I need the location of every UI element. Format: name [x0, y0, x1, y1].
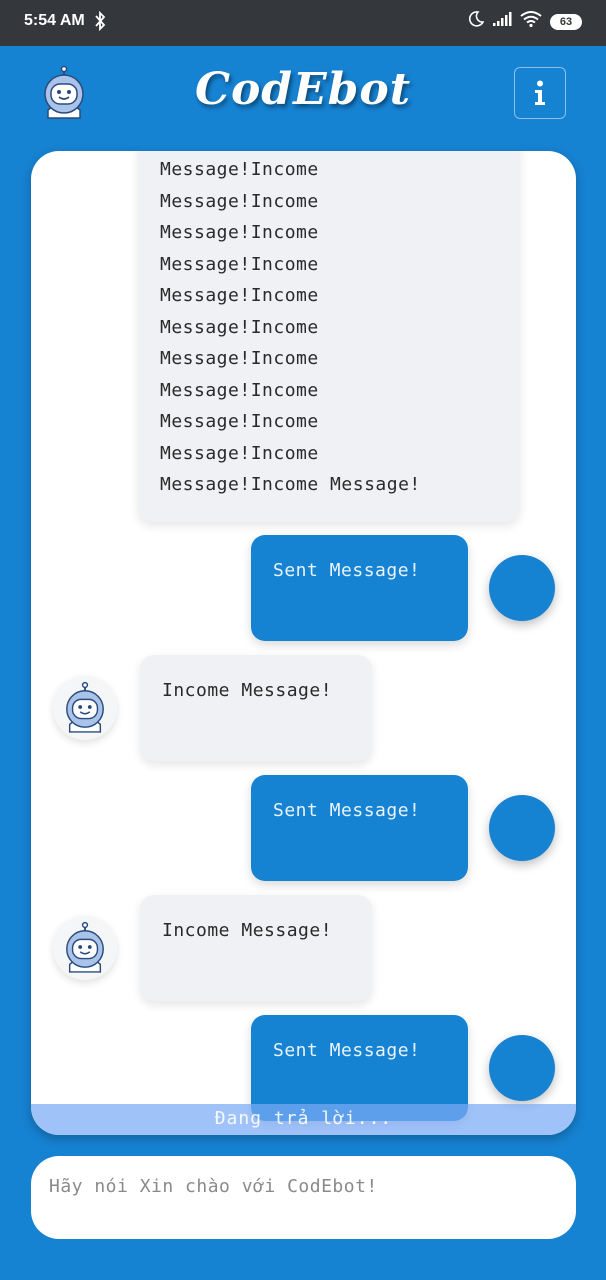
- signal-icon: [492, 11, 512, 32]
- message-text: Sent Message!: [273, 560, 421, 581]
- message-text: Sent Message!: [273, 1040, 421, 1061]
- sent-message-bubble: Sent Message!: [251, 535, 468, 641]
- message-line: Message!Income: [160, 379, 319, 401]
- message-line: Message!Income: [160, 442, 319, 464]
- chat-panel[interactable]: Message!Income Message!Income Message!In…: [31, 151, 576, 1135]
- bluetooth-icon: [94, 10, 106, 36]
- message-line: Message!Income Message!: [160, 474, 421, 495]
- message-line: Message!Income: [160, 253, 319, 275]
- message-line: Message!Income: [160, 285, 319, 306]
- bot-avatar: [53, 676, 117, 740]
- message-text: Sent Message!: [273, 800, 421, 821]
- status-time: 5:54 AM: [24, 12, 85, 29]
- user-avatar: [489, 795, 555, 861]
- message-text: Income Message!: [162, 680, 333, 701]
- message-text: Income Message!: [162, 920, 333, 941]
- message-line: Message!Income: [160, 348, 319, 369]
- bot-avatar: [53, 916, 117, 980]
- robot-icon: [66, 921, 104, 973]
- sent-message-bubble: Sent Message!: [251, 775, 468, 881]
- typing-indicator: Đang trả lời...: [31, 1104, 576, 1135]
- income-message-bubble: Income Message!: [140, 895, 372, 1001]
- message-line: Message!Income: [160, 316, 319, 338]
- status-bar: 5:54 AM 63: [0, 0, 606, 46]
- message-line: Message!Income: [160, 222, 319, 243]
- user-avatar: [489, 1035, 555, 1101]
- app-header: CodEbot: [0, 46, 606, 146]
- moon-icon: [468, 11, 485, 32]
- message-line: Message!Income: [160, 159, 319, 180]
- message-input[interactable]: [31, 1156, 576, 1239]
- message-line: Message!Income: [160, 411, 319, 432]
- message-line: Message!Income: [160, 190, 319, 212]
- message-input-container: [31, 1156, 576, 1239]
- info-icon: [535, 80, 545, 105]
- info-button[interactable]: [514, 67, 566, 119]
- income-message-bubble: Message!Income Message!Income Message!In…: [138, 151, 520, 522]
- user-avatar: [489, 555, 555, 621]
- wifi-icon: [520, 11, 542, 32]
- robot-icon: [66, 681, 104, 733]
- income-message-bubble: Income Message!: [140, 655, 372, 761]
- battery-icon: 63: [550, 13, 582, 30]
